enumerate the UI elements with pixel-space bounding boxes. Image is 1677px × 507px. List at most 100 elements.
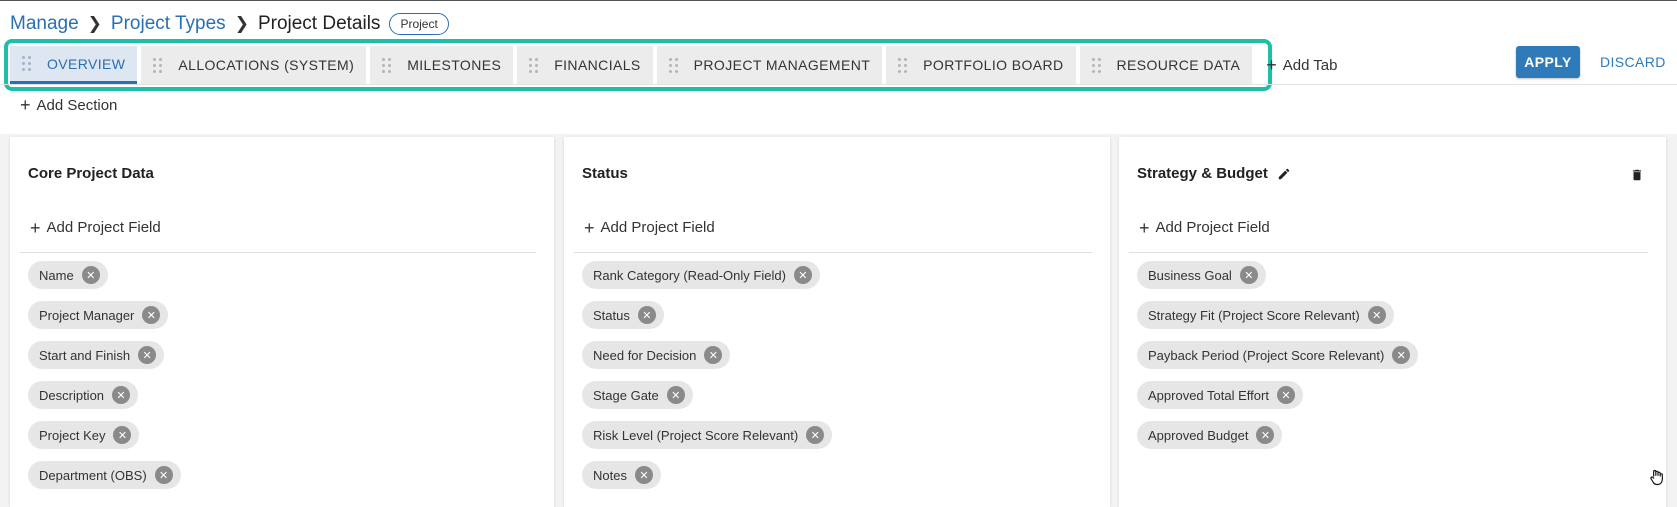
add-project-field-button[interactable]: + Add Project Field: [1129, 219, 1648, 253]
discard-button[interactable]: DISCARD: [1600, 46, 1666, 78]
close-circle-icon[interactable]: ✕: [806, 426, 825, 444]
field-chip[interactable]: Project Manager ✕: [28, 301, 169, 329]
close-circle-icon[interactable]: ✕: [634, 466, 653, 484]
close-circle-icon[interactable]: ✕: [637, 306, 656, 324]
close-circle-icon[interactable]: ✕: [1367, 306, 1386, 324]
field-chip[interactable]: Start and Finish ✕: [28, 341, 165, 369]
close-circle-icon[interactable]: ✕: [1239, 266, 1258, 284]
trash-icon[interactable]: [1630, 167, 1644, 183]
tab-overview[interactable]: OVERVIEW: [10, 46, 138, 84]
close-circle-icon[interactable]: ✕: [138, 346, 157, 364]
field-chip[interactable]: Need for Decision ✕: [582, 341, 731, 369]
apply-button[interactable]: APPLY: [1516, 46, 1580, 78]
field-chip[interactable]: Notes ✕: [582, 461, 661, 489]
close-circle-icon[interactable]: ✕: [1276, 386, 1295, 404]
field-chip[interactable]: Rank Category (Read-Only Field) ✕: [582, 261, 820, 289]
section-title: Strategy & Budget: [1137, 165, 1291, 182]
close-circle-icon[interactable]: ✕: [1256, 426, 1275, 444]
drag-handle-icon[interactable]: [1091, 57, 1101, 73]
close-circle-icon[interactable]: ✕: [666, 386, 685, 404]
chip-label: Risk Level (Project Score Relevant): [593, 427, 799, 443]
tab-allocations-system[interactable]: ALLOCATIONS (SYSTEM): [141, 46, 367, 84]
tab-label: ALLOCATIONS (SYSTEM): [178, 57, 355, 73]
close-circle-icon[interactable]: ✕: [1392, 346, 1411, 364]
close-circle-icon[interactable]: ✕: [81, 266, 100, 284]
field-chip-list: Business Goal ✕ Strategy Fit (Project Sco…: [1137, 261, 1419, 461]
field-chip[interactable]: Department (OBS) ✕: [28, 461, 181, 489]
field-chip[interactable]: Status ✕: [582, 301, 664, 329]
drag-handle-icon[interactable]: [668, 57, 678, 73]
close-circle-icon[interactable]: ✕: [113, 426, 132, 444]
plus-icon: +: [1139, 218, 1150, 238]
field-chip[interactable]: Risk Level (Project Score Relevant) ✕: [582, 421, 833, 449]
close-circle-icon[interactable]: ✕: [704, 346, 723, 364]
plus-icon: +: [20, 95, 31, 115]
field-chip[interactable]: Approved Total Effort ✕: [1137, 381, 1303, 409]
add-tab-label: Add Tab: [1282, 56, 1338, 74]
add-field-label: Add Project Field: [46, 219, 161, 236]
field-chip[interactable]: Business Goal ✕: [1137, 261, 1266, 289]
section-card-core-project-data: Core Project Data + Add Project Field Na…: [10, 137, 554, 507]
add-tab-button[interactable]: + Add Tab: [1256, 46, 1347, 84]
close-circle-icon[interactable]: ✕: [112, 386, 131, 404]
chip-label: Strategy Fit (Project Score Relevant): [1148, 307, 1360, 323]
tab-resource-data[interactable]: RESOURCE DATA: [1079, 46, 1253, 84]
add-field-label: Add Project Field: [1155, 219, 1270, 236]
section-title: Status: [582, 165, 628, 182]
add-section-button[interactable]: + Add Section: [20, 96, 117, 114]
breadcrumb-link-manage[interactable]: Manage: [10, 13, 79, 35]
tab-label: MILESTONES: [407, 57, 502, 73]
section-title: Core Project Data: [28, 165, 154, 182]
chip-label: Notes: [593, 467, 627, 483]
field-chip-list: Rank Category (Read-Only Field) ✕ Status ✕…: [582, 261, 833, 501]
field-chip[interactable]: Approved Budget ✕: [1137, 421, 1283, 449]
add-field-label: Add Project Field: [600, 219, 715, 236]
tab-bar: OVERVIEW ALLOCATIONS (SYSTEM) MILESTONES…: [10, 46, 1348, 84]
drag-handle-icon[interactable]: [22, 56, 31, 71]
tab-label: PROJECT MANAGEMENT: [693, 57, 871, 73]
pencil-icon[interactable]: [1277, 167, 1291, 181]
field-chip[interactable]: Description ✕: [28, 381, 139, 409]
field-chip[interactable]: Project Key ✕: [28, 421, 140, 449]
close-circle-icon[interactable]: ✕: [142, 306, 161, 324]
chip-label: Description: [39, 387, 105, 403]
plus-icon: +: [30, 218, 41, 238]
field-chip[interactable]: Payback Period (Project Score Relevant) ✕: [1137, 341, 1419, 369]
breadcrumb: Manage ❯ Project Types ❯ Project Details…: [10, 11, 449, 37]
section-card-status: Status + Add Project Field Rank Category…: [564, 137, 1110, 507]
chip-label: Project Manager: [39, 307, 135, 323]
chip-label: Stage Gate: [593, 387, 659, 403]
add-project-field-button[interactable]: + Add Project Field: [20, 219, 536, 253]
divider: [0, 84, 1677, 85]
breadcrumb-link-project-types[interactable]: Project Types: [111, 13, 226, 35]
field-chip-list: Name ✕ Project Manager ✕ Start and Finish ✕…: [28, 261, 181, 501]
add-project-field-button[interactable]: + Add Project Field: [574, 219, 1092, 253]
tab-milestones[interactable]: MILESTONES: [370, 46, 514, 84]
field-chip[interactable]: Strategy Fit (Project Score Relevant) ✕: [1137, 301, 1394, 329]
chip-label: Rank Category (Read-Only Field): [593, 267, 786, 283]
chip-label: Business Goal: [1148, 267, 1232, 283]
tab-portfolio-board[interactable]: PORTFOLIO BOARD: [886, 46, 1076, 84]
tab-label: RESOURCE DATA: [1116, 57, 1241, 73]
field-chip[interactable]: Name ✕: [28, 261, 108, 289]
tab-project-management[interactable]: PROJECT MANAGEMENT: [656, 46, 883, 84]
chip-label: Payback Period (Project Score Relevant): [1148, 347, 1385, 363]
section-title-text: Strategy & Budget: [1137, 165, 1268, 182]
chevron-right-icon: ❯: [234, 14, 249, 33]
drag-handle-icon[interactable]: [898, 57, 908, 73]
drag-handle-icon[interactable]: [382, 57, 392, 73]
tab-label: PORTFOLIO BOARD: [923, 57, 1064, 73]
drag-handle-icon[interactable]: [529, 57, 539, 73]
type-badge: Project: [389, 13, 449, 35]
tab-label: OVERVIEW: [47, 55, 126, 72]
field-chip[interactable]: Stage Gate ✕: [582, 381, 693, 409]
chip-label: Need for Decision: [593, 347, 697, 363]
tab-financials[interactable]: FINANCIALS: [517, 46, 653, 84]
drag-handle-icon[interactable]: [153, 57, 163, 73]
add-section-label: Add Section: [36, 96, 118, 114]
tab-label: FINANCIALS: [554, 57, 641, 73]
plus-icon: +: [1266, 55, 1277, 75]
close-circle-icon[interactable]: ✕: [793, 266, 812, 284]
chevron-right-icon: ❯: [87, 14, 102, 33]
close-circle-icon[interactable]: ✕: [154, 466, 173, 484]
